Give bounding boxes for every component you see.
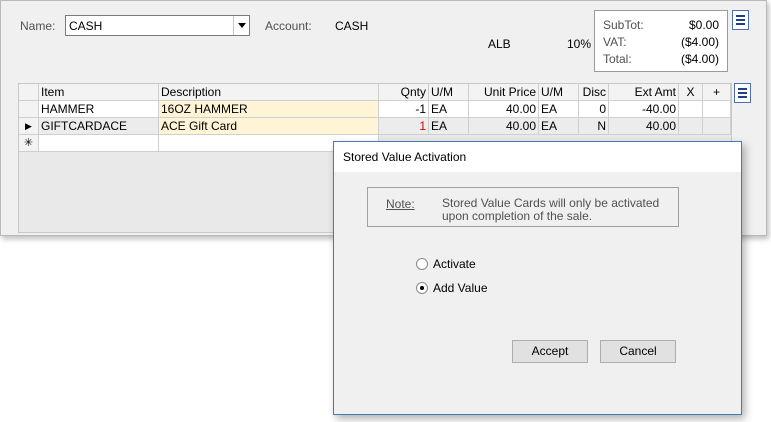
col-header-plus[interactable]: + [703, 84, 731, 101]
col-header-unit-price[interactable]: Unit Price [469, 84, 539, 101]
activate-radio[interactable] [416, 258, 428, 270]
total-value: ($4.00) [680, 52, 719, 66]
subtotal-value: $0.00 [688, 18, 719, 32]
new-row-indicator-icon[interactable]: ✳ [19, 135, 39, 152]
cancel-button[interactable]: Cancel [600, 340, 676, 363]
col-header-um[interactable]: U/M [429, 84, 469, 101]
col-header-um2[interactable]: U/M [539, 84, 579, 101]
cell-um2[interactable]: EA [539, 118, 579, 135]
cell-description[interactable]: 16OZ HAMMER [159, 101, 379, 118]
cell-item[interactable]: HAMMER [39, 101, 159, 118]
cell-description[interactable]: ACE Gift Card [159, 118, 379, 135]
activate-radio-option[interactable]: Activate [416, 257, 536, 273]
cell-disc[interactable]: N [579, 118, 609, 135]
cell-x[interactable] [679, 101, 703, 118]
tax-rate: 10% [567, 37, 592, 51]
add-value-radio[interactable] [416, 282, 428, 294]
vat-label: VAT: [603, 35, 627, 49]
col-header-disc[interactable]: Disc [579, 84, 609, 101]
current-row-indicator-icon[interactable]: ▶ [19, 118, 39, 135]
note-text: Stored Value Cards will only be activate… [442, 196, 660, 223]
grid-menu-list-icon[interactable] [734, 83, 751, 103]
cell-item[interactable]: GIFTCARDACE [39, 118, 159, 135]
cell-plus[interactable] [703, 101, 731, 118]
note-box: Note: Stored Value Cards will only be ac… [367, 187, 679, 227]
cell-ext-amt[interactable]: -40.00 [609, 101, 679, 118]
cell-um2[interactable]: EA [539, 101, 579, 118]
cell-disc[interactable]: 0 [579, 101, 609, 118]
dialog-title: Stored Value Activation [343, 150, 467, 164]
total-label: Total: [603, 52, 632, 66]
menu-list-icon[interactable] [732, 10, 749, 30]
name-label: Name: [20, 19, 56, 33]
cell-ext-amt[interactable]: 40.00 [609, 118, 679, 135]
name-combobox[interactable]: CASH [65, 15, 250, 36]
add-value-radio-option[interactable]: Add Value [416, 281, 536, 297]
add-value-radio-label[interactable]: Add Value [433, 281, 488, 295]
cell-um[interactable]: EA [429, 118, 469, 135]
vat-value: ($4.00) [680, 35, 719, 49]
note-label: Note: [386, 197, 415, 211]
cell-unit-price[interactable]: 40.00 [469, 118, 539, 135]
col-header-ext-amt[interactable]: Ext Amt [609, 84, 679, 101]
chevron-down-icon[interactable] [233, 16, 249, 35]
col-header-description[interactable]: Description [159, 84, 379, 101]
name-value: CASH [69, 19, 103, 33]
cell-um[interactable]: EA [429, 101, 469, 118]
row-header[interactable] [19, 101, 39, 118]
accept-button[interactable]: Accept [512, 340, 588, 363]
account-label: Account: [265, 19, 312, 33]
cell-qnty[interactable]: 1 [379, 118, 429, 135]
dialog-titlebar[interactable]: Stored Value Activation [334, 142, 741, 172]
grid-corner [19, 84, 39, 101]
total-row: Total: ($4.00) [603, 52, 719, 68]
stored-value-activation-dialog: Stored Value Activation Note: Stored Val… [333, 141, 742, 415]
cell-plus[interactable] [703, 118, 731, 135]
subtotal-label: SubTot: [603, 18, 644, 32]
col-header-x[interactable]: X [679, 84, 703, 101]
subtotal-row: SubTot: $0.00 [603, 18, 719, 34]
col-header-item[interactable]: Item [39, 84, 159, 101]
vat-row: VAT: ($4.00) [603, 35, 719, 51]
col-header-qnty[interactable]: Qnty [379, 84, 429, 101]
cell-x[interactable] [679, 118, 703, 135]
cell-unit-price[interactable]: 40.00 [469, 101, 539, 118]
store-code: ALB [488, 37, 511, 51]
account-value: CASH [335, 19, 369, 33]
cell-qnty[interactable]: -1 [379, 101, 429, 118]
totals-panel: SubTot: $0.00 VAT: ($4.00) Total: ($4.00… [594, 10, 728, 72]
new-row-cell-item[interactable] [39, 135, 159, 152]
activate-radio-label[interactable]: Activate [433, 257, 476, 271]
